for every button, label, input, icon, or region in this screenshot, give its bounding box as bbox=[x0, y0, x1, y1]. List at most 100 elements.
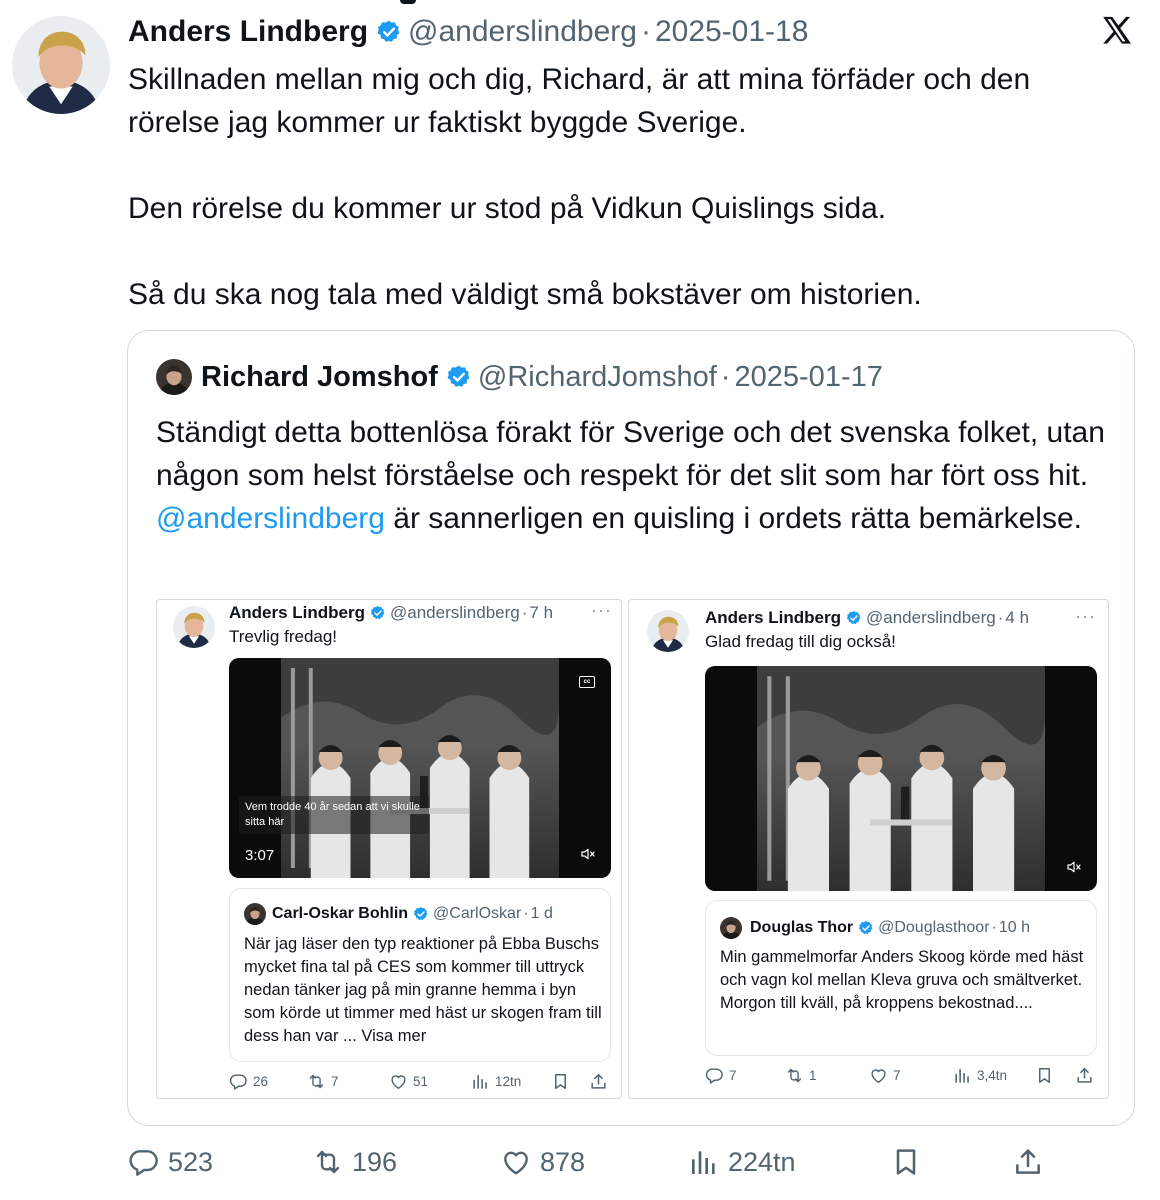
embedded-author-handle: @anderslindberg bbox=[390, 603, 520, 622]
tweet-action-bar: 523 196 878 224tn bbox=[128, 1146, 1048, 1186]
repost-count: 1 bbox=[785, 1066, 817, 1085]
verified-badge-icon bbox=[858, 920, 874, 936]
reply-count: 26 bbox=[229, 1072, 268, 1091]
reply-count-label: 26 bbox=[253, 1074, 269, 1089]
repost-count: 196 bbox=[352, 1146, 398, 1177]
embedded-tweet-text: Glad fredag till dig också! bbox=[705, 632, 896, 651]
reply-count: 523 bbox=[168, 1146, 214, 1177]
like-count: 7 bbox=[869, 1066, 901, 1085]
tweet-header: Anders Lindberg @anderslindberg · 2025-0… bbox=[128, 12, 808, 52]
share-icon bbox=[1012, 1146, 1044, 1178]
embedded-tweet-screenshot: Anders Lindberg @anderslindberg · 7 h ··… bbox=[156, 599, 622, 1099]
view-count: 3,4tn bbox=[953, 1066, 1007, 1085]
embedded-author-handle: @anderslindberg bbox=[866, 608, 996, 627]
inner-tweet-header: Douglas Thor @Douglasthoor · 10 h bbox=[750, 917, 1030, 939]
embedded-action-bar: 7 1 7 3,4tn bbox=[705, 1066, 1103, 1090]
inner-author-name: Carl-Oskar Bohlin bbox=[272, 905, 409, 922]
repost-icon bbox=[785, 1066, 804, 1085]
tweet-paragraph: Så du ska nog tala med väldigt små bokst… bbox=[128, 278, 922, 311]
view-count: 224tn bbox=[728, 1146, 796, 1177]
verified-badge-icon bbox=[413, 906, 429, 922]
embedded-author-avatar bbox=[647, 610, 689, 652]
video-frame-image bbox=[757, 666, 1045, 891]
like-count-label: 51 bbox=[413, 1074, 429, 1089]
bookmark-icon bbox=[551, 1072, 575, 1091]
inner-time: 10 h bbox=[998, 919, 1030, 936]
bookmark-button[interactable] bbox=[890, 1146, 930, 1178]
share-icon bbox=[1075, 1066, 1099, 1085]
view-count-label: 12tn bbox=[495, 1074, 522, 1089]
like-count: 51 bbox=[389, 1072, 428, 1091]
quoted-author-avatar[interactable] bbox=[156, 359, 192, 395]
embedded-time: 7 h bbox=[529, 603, 554, 622]
embedded-time: 4 h bbox=[1005, 608, 1030, 627]
inner-author-avatar bbox=[244, 903, 266, 925]
repost-count-label: 1 bbox=[809, 1068, 817, 1083]
tweet-date[interactable]: 2025-01-18 bbox=[655, 12, 808, 52]
quoted-author-handle[interactable]: @RichardJomshof bbox=[478, 357, 717, 397]
mute-icon bbox=[1065, 859, 1083, 875]
separator-dot: · bbox=[640, 15, 651, 48]
quoted-tweet-date[interactable]: 2025-01-17 bbox=[735, 357, 883, 397]
repost-icon bbox=[312, 1146, 344, 1178]
inner-tweet-header: Carl-Oskar Bohlin @CarlOskar · 1 d bbox=[272, 903, 553, 925]
separator-dot: · bbox=[720, 361, 731, 393]
reply-button[interactable]: 523 bbox=[128, 1146, 213, 1178]
verified-badge-icon bbox=[370, 605, 386, 621]
video-subtitle: Vem trodde 40 år sedan att vi skulle sit… bbox=[239, 796, 429, 834]
embedded-quoted-tweet: Douglas Thor @Douglasthoor · 10 h Min ga… bbox=[705, 900, 1097, 1056]
repost-button[interactable]: 196 bbox=[312, 1146, 397, 1178]
more-options-icon: ··· bbox=[591, 600, 612, 620]
embedded-action-bar: 26 7 51 12tn bbox=[229, 1072, 617, 1096]
inner-time: 1 d bbox=[530, 905, 553, 922]
mention-link[interactable]: @anderslindberg bbox=[156, 502, 385, 535]
quoted-tweet[interactable]: Richard Jomshof @RichardJomshof · 2025-0… bbox=[127, 330, 1135, 1126]
author-name[interactable]: Anders Lindberg bbox=[128, 12, 368, 52]
view-count-label: 3,4tn bbox=[977, 1068, 1008, 1083]
verified-badge-icon bbox=[446, 364, 472, 390]
reply-count-label: 7 bbox=[729, 1068, 737, 1083]
view-count: 12tn bbox=[471, 1072, 521, 1091]
like-button[interactable]: 878 bbox=[500, 1146, 585, 1178]
author-handle[interactable]: @anderslindberg bbox=[408, 12, 637, 52]
embedded-author-name: Anders Lindberg bbox=[229, 603, 366, 622]
separator-dot: · bbox=[523, 905, 529, 922]
quoted-author-name[interactable]: Richard Jomshof bbox=[201, 357, 438, 397]
separator-dot: · bbox=[521, 603, 528, 622]
embedded-author-avatar bbox=[173, 606, 215, 648]
tweet-paragraph: Den rörelse du kommer ur stod på Vidkun … bbox=[128, 192, 887, 225]
author-avatar[interactable] bbox=[12, 16, 110, 114]
mute-icon bbox=[579, 846, 597, 862]
tweet-paragraph: Skillnaden mellan mig och dig, Richard, … bbox=[128, 63, 1031, 139]
verified-badge-icon bbox=[376, 19, 402, 45]
verified-badge-icon bbox=[846, 610, 862, 626]
repost-icon bbox=[307, 1072, 326, 1091]
views-icon bbox=[953, 1066, 972, 1085]
separator-dot: · bbox=[991, 919, 997, 936]
like-icon bbox=[389, 1072, 408, 1091]
video-player bbox=[705, 666, 1097, 891]
views-icon bbox=[471, 1072, 490, 1091]
cropped-heading-fragment bbox=[400, 0, 416, 4]
inner-tweet-text: Min gammelmorfar Anders Skoog körde med … bbox=[720, 948, 1084, 1012]
embedded-tweet-screenshot: Anders Lindberg @anderslindberg · 4 h ··… bbox=[628, 599, 1109, 1099]
quoted-tweet-header: Richard Jomshof @RichardJomshof · 2025-0… bbox=[201, 357, 883, 397]
inner-author-avatar bbox=[720, 917, 742, 939]
repost-count-label: 7 bbox=[331, 1074, 339, 1089]
quoted-text-after: är sannerligen en quisling i ordets rätt… bbox=[384, 502, 1082, 535]
closed-captions-icon: cc bbox=[579, 676, 595, 688]
x-logo-icon bbox=[1103, 16, 1132, 44]
tweet-text: Skillnaden mellan mig och dig, Richard, … bbox=[128, 58, 1118, 316]
repost-count: 7 bbox=[307, 1072, 339, 1091]
like-icon bbox=[500, 1146, 532, 1178]
embedded-tweet-text: Trevlig fredag! bbox=[229, 627, 338, 646]
like-icon bbox=[869, 1066, 888, 1085]
reply-count: 7 bbox=[705, 1066, 737, 1085]
like-count: 878 bbox=[540, 1146, 586, 1177]
quoted-text-before: Ständigt detta bottenlösa förakt för Sve… bbox=[156, 416, 1105, 492]
inner-author-handle: @CarlOskar bbox=[433, 905, 522, 922]
bookmark-icon bbox=[890, 1146, 922, 1178]
share-button[interactable] bbox=[1012, 1146, 1052, 1178]
views-button[interactable]: 224tn bbox=[688, 1146, 796, 1178]
video-duration: 3:07 bbox=[245, 847, 275, 864]
